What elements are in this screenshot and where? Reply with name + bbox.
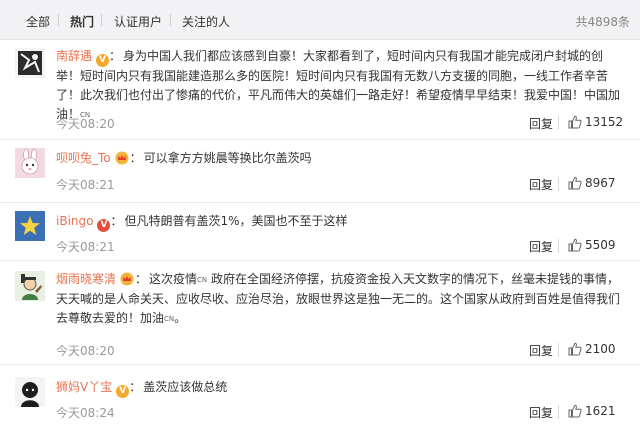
tab-hot[interactable]: 热门 xyxy=(70,13,94,30)
comment-filter-bar: 全部 热门 认证用户 关注的人 共4898条 xyxy=(0,0,640,40)
like-button[interactable]: 13152 xyxy=(568,115,623,129)
tab-divider xyxy=(101,14,102,26)
like-button[interactable]: 5509 xyxy=(568,238,616,252)
action-divider xyxy=(558,177,559,191)
comment-item: 烟雨晓寒清：这次疫情CN 政府在全国经济停摆，抗疫资金投入天文数字的情况下，丝毫… xyxy=(0,261,640,365)
like-count: 1621 xyxy=(585,404,616,418)
comment-time: 今天08:24 xyxy=(56,406,115,420)
crown-member-icon xyxy=(120,272,134,286)
avatar[interactable] xyxy=(15,271,45,301)
tab-following[interactable]: 关注的人 xyxy=(182,13,230,30)
like-button[interactable]: 2100 xyxy=(568,342,616,356)
avatar[interactable] xyxy=(15,211,45,241)
comment-item: 南辞遇 V：身为中国人我们都应该感到自豪！大家都看到了，短时间内只有我国才能完成闭… xyxy=(0,40,640,140)
like-button[interactable]: 1621 xyxy=(568,404,616,418)
comment-text: 。 xyxy=(174,311,187,325)
comment-body: iBingo V：但凡特朗普有盖茨1%，美国也不至于这样 xyxy=(56,214,348,232)
comment-total-count: 共4898条 xyxy=(575,15,630,29)
thumbs-up-icon xyxy=(568,115,582,129)
crown-member-icon xyxy=(115,151,129,165)
avatar[interactable] xyxy=(15,377,45,407)
comment-username[interactable]: 南辞遇 xyxy=(56,49,92,63)
action-divider xyxy=(558,405,559,419)
comment-text: 这次疫情 xyxy=(149,272,198,286)
comment-time: 今天08:20 xyxy=(56,117,115,131)
comment-body: 南辞遇 V：身为中国人我们都应该感到自豪！大家都看到了，短时间内只有我国才能完成闭… xyxy=(56,49,621,121)
reply-button[interactable]: 回复 xyxy=(529,342,553,359)
comment-username[interactable]: 狮妈V丫宝 xyxy=(56,380,112,394)
comment-item: 呗呗兔_To：可以拿方方姚晨等换比尔盖茨吗 今天08:21 回复 8967 xyxy=(0,140,640,203)
verified-v-icon: V xyxy=(116,385,130,398)
action-divider xyxy=(558,116,559,130)
avatar[interactable] xyxy=(15,148,45,178)
verified-v-icon: V xyxy=(96,54,110,67)
comment-text: 身为中国人我们都应该感到自豪！大家都看到了，短时间内只有我国才能完成闭户封城的创… xyxy=(56,49,621,121)
like-button[interactable]: 8967 xyxy=(568,176,616,190)
thumbs-up-icon xyxy=(568,176,582,190)
action-divider xyxy=(558,239,559,253)
comment-item: 狮妈V丫宝 V：盖茨应该做总统 今天08:24 回复 1621 xyxy=(0,365,640,426)
verified-v-icon: V xyxy=(97,219,111,232)
comment-time: 今天08:20 xyxy=(56,344,115,358)
tab-divider xyxy=(170,14,171,26)
comment-time: 今天08:21 xyxy=(56,178,115,192)
comment-body: 呗呗兔_To：可以拿方方姚晨等换比尔盖茨吗 xyxy=(56,151,312,165)
like-count: 5509 xyxy=(585,238,616,252)
like-count: 2100 xyxy=(585,342,616,356)
cn-emoji: CN xyxy=(197,276,208,284)
comment-text: 可以拿方方姚晨等换比尔盖茨吗 xyxy=(143,151,312,165)
comment-item: iBingo V：但凡特朗普有盖茨1%，美国也不至于这样 今天08:21 回复 5… xyxy=(0,203,640,261)
tab-all[interactable]: 全部 xyxy=(26,13,50,30)
comment-text: 盖茨应该做总统 xyxy=(143,380,228,394)
comment-text: 但凡特朗普有盖茨1%，美国也不至于这样 xyxy=(124,214,348,228)
thumbs-up-icon xyxy=(568,404,582,418)
thumbs-up-icon xyxy=(568,238,582,252)
reply-button[interactable]: 回复 xyxy=(529,238,553,255)
reply-button[interactable]: 回复 xyxy=(529,404,553,421)
comment-username[interactable]: 烟雨晓寒清 xyxy=(56,272,116,286)
reply-button[interactable]: 回复 xyxy=(529,176,553,193)
comment-username[interactable]: iBingo xyxy=(56,214,93,228)
tab-divider xyxy=(58,14,59,26)
reply-button[interactable]: 回复 xyxy=(529,115,553,132)
comment-username[interactable]: 呗呗兔_To xyxy=(56,151,111,165)
action-divider xyxy=(558,343,559,357)
avatar[interactable] xyxy=(15,48,45,78)
comment-body: 狮妈V丫宝 V：盖茨应该做总统 xyxy=(56,380,228,398)
comment-body: 烟雨晓寒清：这次疫情CN 政府在全国经济停摆，抗疫资金投入天文数字的情况下，丝毫… xyxy=(56,272,621,325)
thumbs-up-icon xyxy=(568,342,582,356)
like-count: 13152 xyxy=(585,115,624,129)
tab-verified-users[interactable]: 认证用户 xyxy=(114,13,162,30)
like-count: 8967 xyxy=(585,176,616,190)
comment-time: 今天08:21 xyxy=(56,240,115,254)
cn-emoji: CN xyxy=(164,315,175,323)
